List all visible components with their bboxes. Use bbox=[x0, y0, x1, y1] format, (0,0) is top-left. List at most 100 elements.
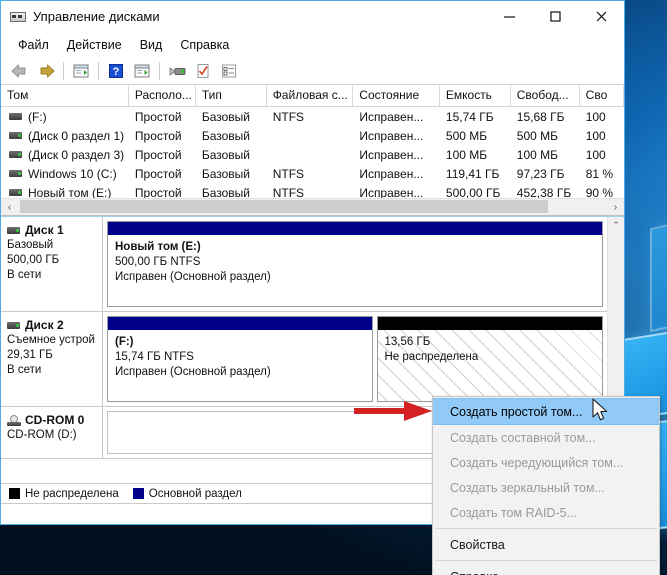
partition-primary[interactable]: Новый том (E:) 500,00 ГБ NTFS Исправен (Ос… bbox=[107, 221, 603, 307]
window-title: Управление дисками bbox=[33, 9, 160, 24]
disk-info-2[interactable]: CD-ROM 0 CD-ROM (D:) bbox=[1, 407, 103, 458]
close-button[interactable] bbox=[578, 1, 624, 32]
back-arrow-icon bbox=[11, 64, 26, 77]
volume-list-hscrollbar[interactable]: ‹ › bbox=[1, 198, 624, 215]
options-button[interactable] bbox=[216, 59, 242, 83]
partition-color-bar bbox=[108, 222, 602, 235]
partition-status-label: Исправен (Основной раздел) bbox=[115, 366, 271, 378]
disk-state-label: В сети bbox=[7, 364, 42, 376]
volume-cell-percent: 90 % bbox=[585, 185, 614, 199]
volume-icon-green bbox=[9, 170, 22, 177]
partition-primary[interactable]: (F:) 15,74 ГБ NTFS Исправен (Основной разд… bbox=[107, 316, 373, 402]
volume-column-header-6[interactable]: Свобод... bbox=[511, 85, 580, 106]
partition-status-label: Не распределена bbox=[384, 351, 479, 363]
volume-cell-capacity: 100 МБ bbox=[445, 147, 488, 162]
legend-label: Не распределена bbox=[25, 487, 119, 500]
volume-column-header-2[interactable]: Тип bbox=[196, 85, 267, 106]
properties-icon bbox=[197, 63, 209, 78]
context-menu-item[interactable]: Создать простой том... bbox=[433, 398, 659, 425]
vscroll-up-arrow-icon[interactable]: ⌃ bbox=[608, 217, 624, 234]
legend-item: Не распределена bbox=[9, 488, 119, 500]
volume-row[interactable]: Новый том (E:) Простой Базовый NTFS Исправен… bbox=[1, 183, 624, 198]
partition-color-bar bbox=[377, 317, 602, 330]
context-menu-separator bbox=[435, 528, 657, 529]
legend-swatch-black bbox=[9, 488, 20, 499]
volume-column-header-4[interactable]: Состояние bbox=[353, 85, 440, 106]
minimize-button[interactable] bbox=[486, 1, 532, 32]
partition-size-label: 15,74 ГБ NTFS bbox=[115, 351, 194, 363]
volume-column-header-3[interactable]: Файловая с... bbox=[267, 85, 354, 106]
volume-cell-volume: Новый том (E:) bbox=[1, 185, 129, 199]
volume-name-label: Windows 10 (C:) bbox=[28, 166, 117, 181]
volume-cell-free: 500 МБ bbox=[516, 128, 559, 143]
legend-swatch-navy bbox=[132, 488, 144, 499]
volume-name-label: (Диск 0 раздел 1) bbox=[28, 128, 125, 143]
hscroll-right-arrow-icon[interactable]: › bbox=[607, 199, 624, 215]
volume-cell-filesystem: NTFS bbox=[272, 166, 305, 181]
disk-title: Диск 1 bbox=[7, 223, 98, 238]
rescan-disks-button[interactable] bbox=[164, 59, 190, 83]
volume-icon-green bbox=[9, 189, 22, 196]
volume-cell-status: Исправен... bbox=[359, 185, 424, 199]
partition-body: 13,56 ГБ Не распределена bbox=[377, 330, 602, 401]
show-tree-icon bbox=[73, 64, 89, 77]
volume-cell-filesystem: NTFS bbox=[272, 185, 305, 199]
menu-item-file[interactable]: Файл bbox=[9, 36, 58, 54]
properties-button[interactable] bbox=[190, 59, 216, 83]
context-menu-item[interactable]: Свойства bbox=[433, 532, 659, 557]
partition-unallocated[interactable]: 13,56 ГБ Не распределена bbox=[376, 316, 603, 402]
forward-arrow-icon bbox=[40, 64, 55, 77]
show-action-pane-button[interactable] bbox=[129, 59, 155, 83]
show-tree-button[interactable] bbox=[68, 59, 94, 83]
context-menu-item: Создать зеркальный том... bbox=[450, 480, 605, 495]
disk-row[interactable]: Диск 1 Базовый 500,00 ГБ В сети Новый том (E… bbox=[1, 217, 607, 312]
hscroll-left-arrow-icon[interactable]: ‹ bbox=[1, 199, 18, 215]
volume-cell-status: Исправен... bbox=[359, 109, 424, 124]
menu-item-action[interactable]: Действие bbox=[58, 36, 131, 54]
volume-name-label: (Диск 0 раздел 3) bbox=[28, 147, 125, 162]
volume-row[interactable]: (F:) Простой Базовый NTFS Исправен... 15,74 Г… bbox=[1, 107, 624, 126]
volume-name-label: (F:) bbox=[28, 109, 47, 124]
volume-name-label: Новый том (E:) bbox=[28, 185, 112, 199]
back-button[interactable] bbox=[7, 59, 33, 83]
volume-row[interactable]: (Диск 0 раздел 3) Простой Базовый Исправен.… bbox=[1, 145, 624, 164]
volume-cell-percent: 100 bbox=[585, 128, 606, 143]
help-button[interactable]: ? bbox=[103, 59, 129, 83]
volume-cell-capacity: 119,41 ГБ bbox=[445, 166, 500, 181]
volume-cell-free: 15,68 ГБ bbox=[516, 109, 565, 124]
forward-button[interactable] bbox=[33, 59, 59, 83]
volume-cell-percent: 81 % bbox=[585, 166, 614, 181]
rescan-disks-icon bbox=[169, 66, 186, 76]
menu-item-help[interactable]: Справка bbox=[171, 36, 238, 54]
volume-cell-volume: (Диск 0 раздел 3) bbox=[1, 148, 129, 162]
volume-column-header-0[interactable]: Том bbox=[1, 85, 129, 106]
volume-cell-free: 452,38 ГБ bbox=[516, 185, 572, 199]
partition-context-menu: Создать простой том... Создать составной … bbox=[432, 396, 660, 575]
disk-icon-green bbox=[7, 227, 20, 234]
hscroll-thumb[interactable] bbox=[20, 200, 548, 213]
volume-cell-volume: Windows 10 (C:) bbox=[1, 167, 129, 181]
volume-column-header-5[interactable]: Емкость bbox=[440, 85, 511, 106]
volume-cell-type: Базовый bbox=[201, 147, 251, 162]
volume-cell-capacity: 500,00 ГБ bbox=[445, 185, 501, 199]
disk-name-label: CD-ROM 0 bbox=[25, 413, 85, 427]
volume-column-header-7[interactable]: Сво bbox=[580, 85, 624, 106]
hscroll-track[interactable] bbox=[18, 199, 607, 215]
svg-text:?: ? bbox=[113, 66, 120, 78]
volume-row[interactable]: (Диск 0 раздел 1) Простой Базовый Исправен.… bbox=[1, 126, 624, 145]
menu-item-view[interactable]: Вид bbox=[131, 36, 172, 54]
partition-size-label: 13,56 ГБ bbox=[384, 336, 431, 348]
disk-info-1[interactable]: Диск 2 Съемное устрой 29,31 ГБ В сети bbox=[1, 312, 103, 406]
maximize-button[interactable] bbox=[532, 1, 578, 32]
volume-list-pane: Том Располо... Тип Файловая с... Состояние Ем… bbox=[1, 85, 624, 216]
context-menu-item[interactable]: Справка bbox=[433, 564, 659, 575]
disk-name-label: Диск 1 bbox=[25, 223, 64, 237]
disk-info-0[interactable]: Диск 1 Базовый 500,00 ГБ В сети bbox=[1, 217, 103, 311]
volume-cell-free: 97,23 ГБ bbox=[516, 166, 565, 181]
volume-cell-volume: (Диск 0 раздел 1) bbox=[1, 129, 129, 143]
disk-row[interactable]: Диск 2 Съемное устрой 29,31 ГБ В сети (F:) 15… bbox=[1, 312, 607, 407]
volume-row[interactable]: Windows 10 (C:) Простой Базовый NTFS Исправе… bbox=[1, 164, 624, 183]
volume-cell-layout: Простой bbox=[134, 185, 182, 199]
disk-name-label: Диск 2 bbox=[25, 318, 64, 332]
volume-column-header-1[interactable]: Располо... bbox=[129, 85, 196, 106]
